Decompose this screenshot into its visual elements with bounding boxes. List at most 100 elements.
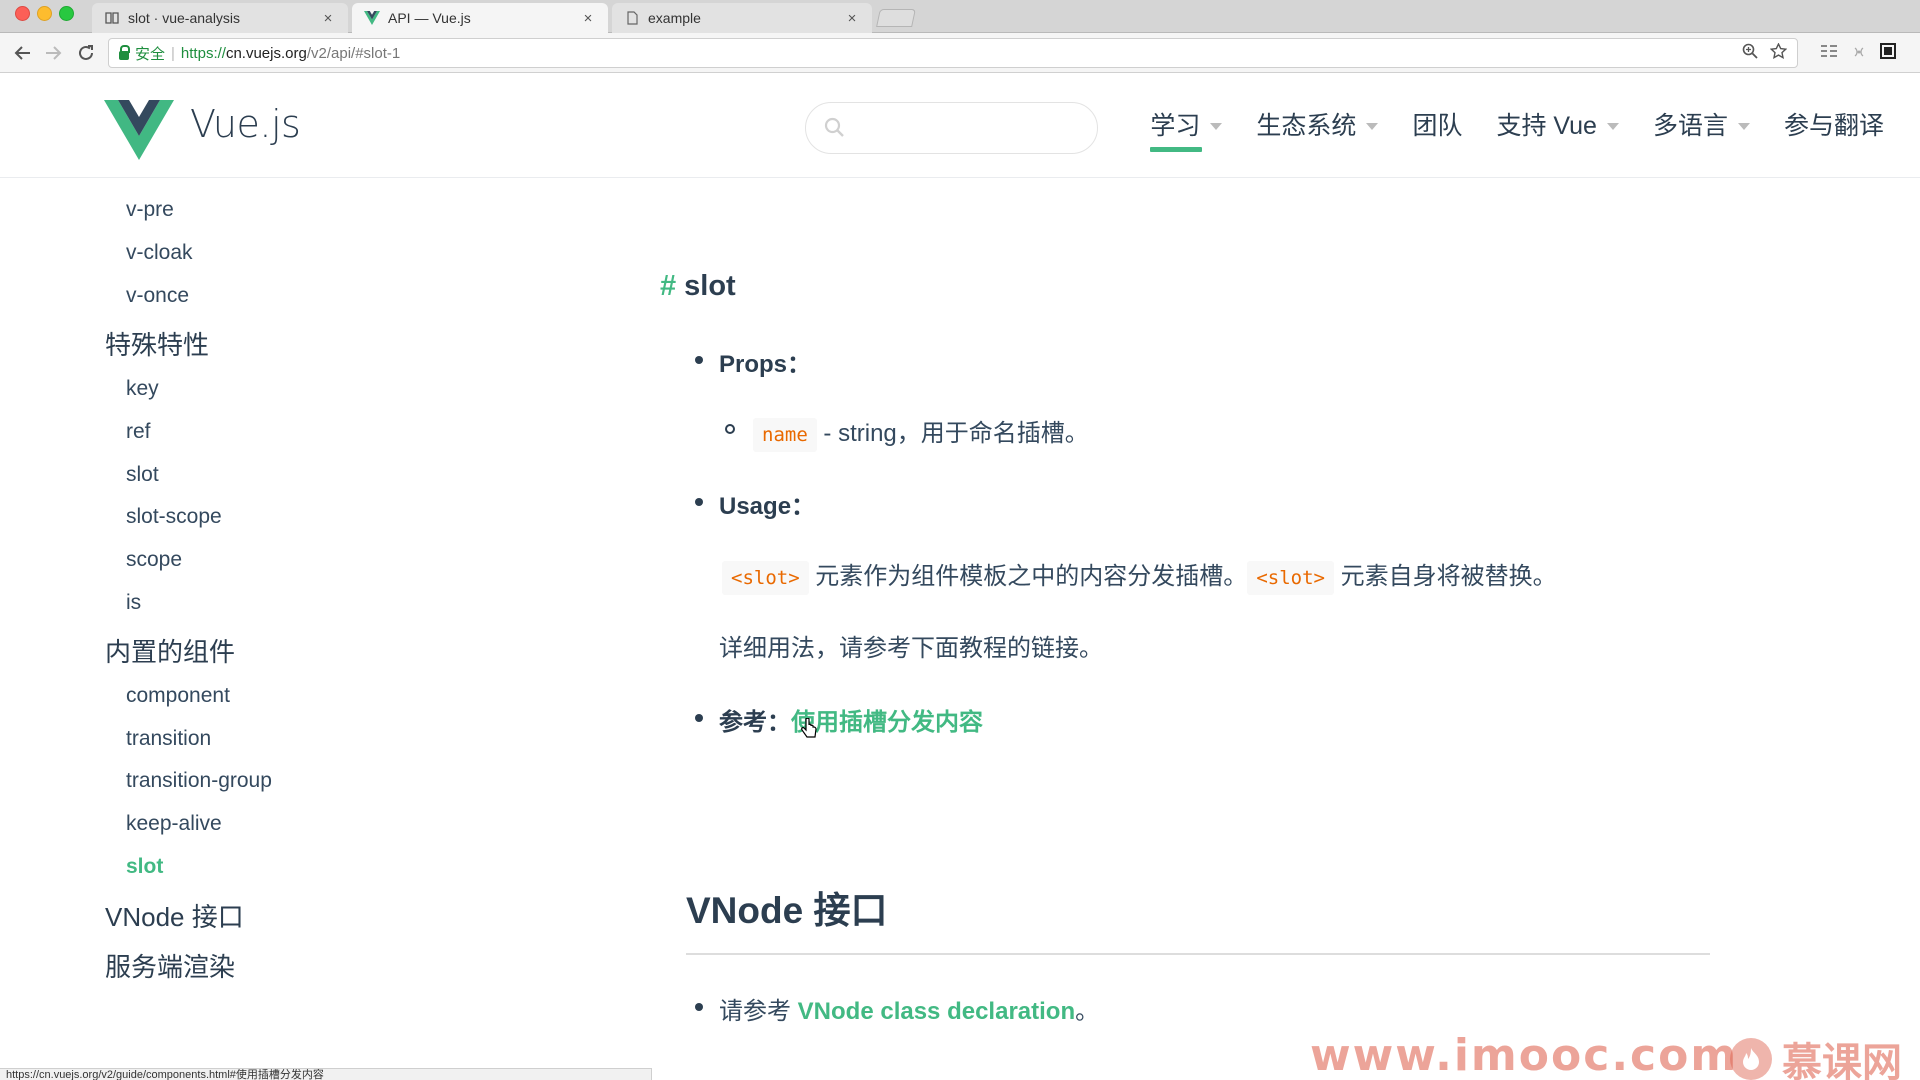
status-bar-url: https://cn.vuejs.org/v2/guide/components… (0, 1068, 652, 1080)
bookmark-star-icon[interactable] (1769, 42, 1788, 64)
lock-icon (119, 44, 130, 60)
back-arrow-icon[interactable] (10, 41, 34, 65)
bullet-icon (695, 498, 703, 506)
search-input[interactable] (805, 102, 1098, 154)
divider (686, 953, 1710, 955)
bullet-icon (695, 1003, 703, 1011)
sidebar-item-is[interactable]: is (126, 591, 141, 615)
sidebar-item-transition[interactable]: transition (126, 727, 211, 751)
sidebar: v-pre v-cloak v-once 特殊特性 key ref slot s… (0, 180, 560, 1060)
vnode-suffix: 。 (1075, 998, 1100, 1025)
bullet-icon (695, 356, 703, 364)
tab-title: API — Vue.js (388, 10, 471, 26)
vnode-prefix: 请参考 (719, 998, 798, 1025)
secure-label: 安全 (135, 45, 166, 63)
nav-label: 学习 (1150, 112, 1201, 140)
sidebar-item-ref[interactable]: ref (126, 420, 151, 444)
zoom-window-button[interactable] (59, 6, 74, 21)
browser-toolbar: 安全 | https:// cn.vuejs.org /v2/api/#slot… (0, 33, 1920, 73)
nav-languages[interactable]: 多语言 (1653, 102, 1750, 146)
see-label: 参考： (719, 709, 791, 736)
sidebar-item-key[interactable]: key (126, 377, 159, 401)
caret-down-icon (1366, 122, 1379, 130)
props-label: Props： (719, 351, 812, 378)
nav-label: 支持 Vue (1496, 112, 1597, 140)
tab-close-button[interactable]: × (844, 10, 860, 27)
vue-icon (364, 10, 380, 26)
cast-icon[interactable] (1852, 45, 1866, 63)
nav-support-vue[interactable]: 支持 Vue (1496, 102, 1619, 146)
sidebar-section-ssr[interactable]: 服务端渲染 (105, 947, 235, 984)
url-protocol: https:// (180, 44, 226, 62)
url-host: cn.vuejs.org (225, 44, 307, 62)
nav-label: 生态系统 (1256, 112, 1357, 140)
usage-label: Usage： (719, 493, 816, 520)
heading-text: slot (684, 270, 736, 302)
sidebar-item-slot-active[interactable]: slot (126, 855, 163, 879)
prop-name-code: name (753, 418, 817, 452)
reader-list-icon[interactable] (1820, 44, 1838, 63)
url-path: /v2/api/#slot-1 (306, 44, 401, 62)
tab-slot-vue-analysis[interactable]: slot · vue-analysis × (92, 3, 348, 33)
top-nav: 学习 生态系统 团队 支持 Vue 多语言 参与翻译 (1116, 102, 1884, 152)
brand-title[interactable]: Vue.js (190, 102, 301, 146)
section-heading-vnode: VNode 接口 (686, 890, 888, 931)
see-also-line: 参考：使用插槽分发内容 (719, 702, 983, 737)
heading-anchor-link[interactable]: # (660, 270, 676, 302)
tab-close-button[interactable]: × (320, 10, 336, 27)
sidebar-item-v-pre[interactable]: v-pre (126, 198, 174, 222)
sidebar-item-v-once[interactable]: v-once (126, 284, 189, 308)
zoom-icon[interactable] (1742, 43, 1758, 64)
sidebar-section-vnode[interactable]: VNode 接口 (105, 897, 244, 934)
sidebar-section-special-attributes[interactable]: 特殊特性 (105, 325, 209, 362)
prop-description: - string，用于命名插槽。 (816, 420, 1089, 447)
tab-api-vuejs[interactable]: API — Vue.js × (352, 3, 608, 33)
nav-translate[interactable]: 参与翻译 (1784, 102, 1884, 146)
bullet-icon (695, 714, 703, 722)
forward-arrow-icon[interactable] (42, 41, 66, 65)
circle-bullet-icon (725, 424, 735, 434)
sidebar-section-built-in-components[interactable]: 内置的组件 (105, 632, 235, 669)
url-separator: | (171, 44, 175, 62)
tab-close-button[interactable]: × (580, 10, 596, 27)
caret-down-icon (1606, 122, 1619, 130)
nav-team[interactable]: 团队 (1412, 102, 1462, 146)
vue-logo[interactable] (104, 100, 174, 160)
sidebar-item-transition-group[interactable]: transition-group (126, 769, 272, 793)
usage-line: <slot> 元素作为组件模板之中的内容分发插槽。 <slot> 元素自身将被替换… (722, 556, 1557, 595)
section-heading-slot: # slot (660, 270, 736, 303)
document-icon (624, 10, 640, 26)
vnode-class-link[interactable]: VNode class declaration (798, 998, 1075, 1025)
sidebar-item-component[interactable]: component (126, 684, 230, 708)
browser-tab-bar: slot · vue-analysis × API — Vue.js × exa… (0, 0, 1920, 33)
sidebar-item-slot-attr[interactable]: slot (126, 463, 159, 487)
watermark-logo: 慕课网 (1730, 1030, 1902, 1080)
caret-down-icon (1210, 122, 1223, 130)
window-extension-icon[interactable] (1880, 43, 1896, 64)
usage-text-2: 元素自身将被替换。 (1333, 563, 1557, 590)
slot-code: <slot> (722, 561, 809, 595)
nav-ecosystem[interactable]: 生态系统 (1256, 102, 1379, 146)
usage-more-text: 详细用法，请参考下面教程的链接。 (719, 635, 1103, 662)
sidebar-item-scope[interactable]: scope (126, 548, 182, 572)
tab-title: example (648, 10, 701, 26)
minimize-window-button[interactable] (37, 6, 52, 21)
new-tab-button[interactable] (876, 9, 916, 27)
address-bar[interactable]: 安全 | https:// cn.vuejs.org /v2/api/#slot… (108, 38, 1798, 68)
nav-learn[interactable]: 学习 (1150, 102, 1223, 152)
watermark-site: www.imooc.com (1310, 1030, 1739, 1080)
flame-icon (1730, 1038, 1772, 1080)
nav-label: 多语言 (1652, 112, 1728, 140)
sidebar-item-v-cloak[interactable]: v-cloak (126, 241, 193, 265)
watermark-brand: 慕课网 (1782, 1041, 1902, 1080)
prop-line: name - string，用于命名插槽。 (753, 413, 1089, 452)
see-link-slots[interactable]: 使用插槽分发内容 (791, 709, 983, 736)
caret-down-icon (1737, 122, 1750, 130)
tab-title: slot · vue-analysis (128, 10, 241, 26)
extension-icons (1820, 43, 1896, 64)
reload-icon[interactable] (74, 41, 98, 65)
close-window-button[interactable] (15, 6, 30, 21)
sidebar-item-keep-alive[interactable]: keep-alive (126, 812, 222, 836)
tab-example[interactable]: example × (612, 3, 872, 33)
sidebar-item-slot-scope[interactable]: slot-scope (126, 505, 222, 529)
